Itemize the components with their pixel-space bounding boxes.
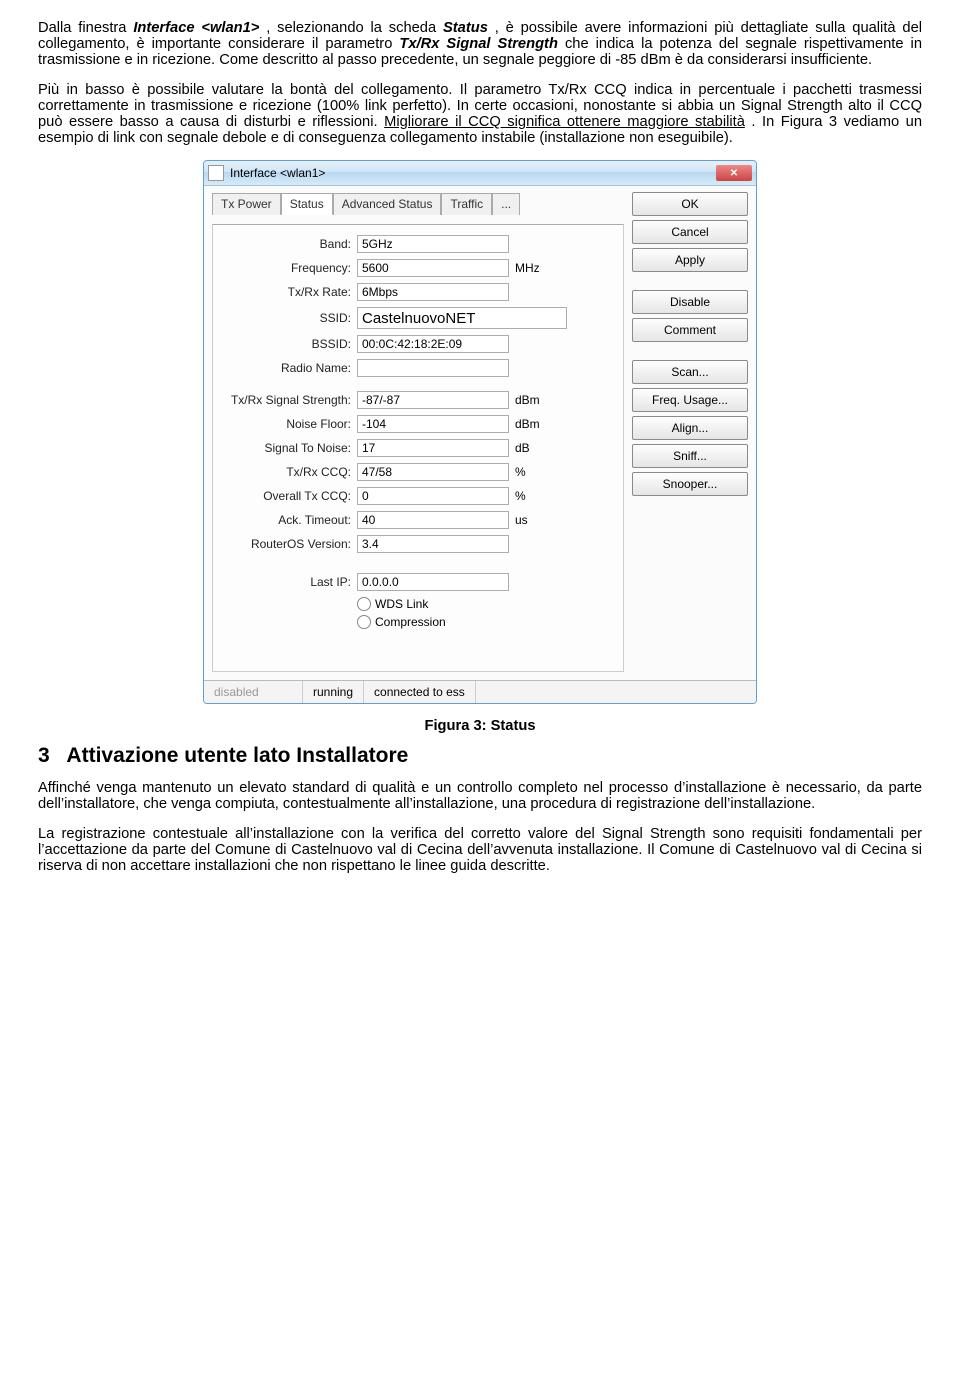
tab-traffic[interactable]: Traffic — [441, 193, 492, 215]
paragraph-1: Dalla finestra Interface <wlan1> , selez… — [38, 20, 922, 68]
field-ccq[interactable] — [357, 463, 509, 481]
apply-button[interactable]: Apply — [632, 248, 748, 272]
field-txrx-rate[interactable] — [357, 283, 509, 301]
label-band: Band: — [223, 237, 351, 251]
heading-number: 3 — [38, 744, 50, 767]
radio-label: WDS Link — [375, 597, 428, 611]
comment-button[interactable]: Comment — [632, 318, 748, 342]
paragraph-3: Affinché venga mantenuto un elevato stan… — [38, 780, 922, 812]
label-signal-strength: Tx/Rx Signal Strength: — [223, 393, 351, 407]
interface-window: Interface <wlan1> ✕ Tx Power Status Adva… — [203, 160, 757, 704]
status-connected: connected to ess — [364, 681, 476, 703]
close-icon[interactable]: ✕ — [716, 165, 752, 181]
paragraph-2: Più in basso è possibile valutare la bon… — [38, 82, 922, 146]
label-routeros: RouterOS Version: — [223, 537, 351, 551]
field-ack-timeout[interactable] — [357, 511, 509, 529]
scan-button[interactable]: Scan... — [632, 360, 748, 384]
field-last-ip[interactable] — [357, 573, 509, 591]
sniff-button[interactable]: Sniff... — [632, 444, 748, 468]
field-noise-floor[interactable] — [357, 415, 509, 433]
tab-more[interactable]: ... — [492, 193, 520, 215]
label-overall-ccq: Overall Tx CCQ: — [223, 489, 351, 503]
window-icon — [208, 165, 224, 181]
freq-usage-button[interactable]: Freq. Usage... — [632, 388, 748, 412]
status-form: Band: Frequency: MHz Tx/Rx Rate: SSID: BS… — [212, 224, 624, 672]
field-routeros[interactable] — [357, 535, 509, 553]
label-snr: Signal To Noise: — [223, 441, 351, 455]
tab-advanced-status[interactable]: Advanced Status — [333, 193, 442, 215]
unit-overall-ccq: % — [515, 489, 543, 503]
radio-label: Compression — [375, 615, 446, 629]
paragraph-4: La registrazione contestuale all’install… — [38, 826, 922, 874]
term-status: Status — [443, 20, 488, 36]
label-radio-name: Radio Name: — [223, 361, 351, 375]
unit-ack: us — [515, 513, 543, 527]
unit-snr: dB — [515, 441, 543, 455]
status-bar: disabled running connected to ess — [204, 680, 756, 703]
field-radio-name[interactable] — [357, 359, 509, 377]
field-bssid[interactable] — [357, 335, 509, 353]
unit-frequency: MHz — [515, 261, 543, 275]
tab-status[interactable]: Status — [281, 193, 333, 215]
label-noise-floor: Noise Floor: — [223, 417, 351, 431]
radio-icon — [357, 615, 371, 629]
tab-strip: Tx Power Status Advanced Status Traffic … — [212, 192, 624, 214]
screenshot-container: Interface <wlan1> ✕ Tx Power Status Adva… — [38, 160, 922, 704]
unit-ccq: % — [515, 465, 543, 479]
unit-noise: dBm — [515, 417, 543, 431]
term-signal-strength: Tx/Rx Signal Strength — [399, 36, 558, 52]
tab-tx-power[interactable]: Tx Power — [212, 193, 281, 215]
status-running: running — [303, 681, 364, 703]
field-overall-ccq[interactable] — [357, 487, 509, 505]
figure-caption: Figura 3: Status — [38, 718, 922, 734]
text: , selezionando la scheda — [266, 20, 443, 36]
label-ack-timeout: Ack. Timeout: — [223, 513, 351, 527]
disable-button[interactable]: Disable — [632, 290, 748, 314]
ok-button[interactable]: OK — [632, 192, 748, 216]
snooper-button[interactable]: Snooper... — [632, 472, 748, 496]
cancel-button[interactable]: Cancel — [632, 220, 748, 244]
field-ssid[interactable] — [357, 307, 567, 329]
window-title: Interface <wlan1> — [230, 166, 716, 180]
radio-icon — [357, 597, 371, 611]
label-bssid: BSSID: — [223, 337, 351, 351]
titlebar: Interface <wlan1> ✕ — [204, 161, 756, 186]
unit-signal: dBm — [515, 393, 543, 407]
field-snr[interactable] — [357, 439, 509, 457]
field-signal-strength[interactable] — [357, 391, 509, 409]
radio-compression[interactable]: Compression — [357, 615, 613, 629]
label-frequency: Frequency: — [223, 261, 351, 275]
term-interface: Interface <wlan1> — [133, 20, 259, 36]
underline-ccq: Migliorare il CCQ significa ottenere mag… — [384, 114, 745, 130]
radio-wds-link[interactable]: WDS Link — [357, 597, 613, 611]
field-frequency[interactable] — [357, 259, 509, 277]
label-ccq: Tx/Rx CCQ: — [223, 465, 351, 479]
status-disabled: disabled — [204, 681, 303, 703]
section-heading: 3 Attivazione utente lato Installatore — [38, 744, 922, 768]
button-column: OK Cancel Apply Disable Comment Scan... … — [632, 192, 748, 672]
heading-text: Attivazione utente lato Installatore — [66, 744, 408, 767]
label-txrx-rate: Tx/Rx Rate: — [223, 285, 351, 299]
label-last-ip: Last IP: — [223, 575, 351, 589]
field-band[interactable] — [357, 235, 509, 253]
text: Dalla finestra — [38, 20, 133, 36]
align-button[interactable]: Align... — [632, 416, 748, 440]
label-ssid: SSID: — [223, 311, 351, 325]
